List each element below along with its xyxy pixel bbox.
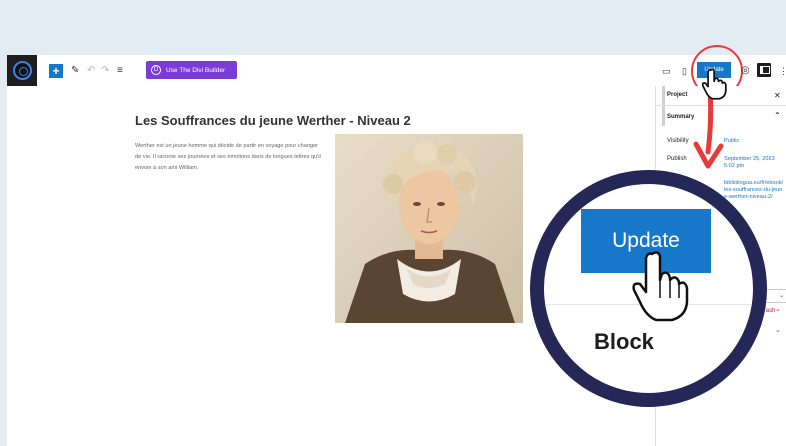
zoom-block-tab: Block	[594, 329, 654, 354]
pointer-hand-icon	[702, 68, 727, 100]
post-excerpt[interactable]: Werther est un jeune homme qui décide de…	[135, 141, 325, 174]
jetpack-icon[interactable]: ◎	[741, 64, 750, 78]
undo-icon[interactable]: ↶	[87, 64, 95, 78]
pencil-icon[interactable]: ✎	[71, 64, 79, 78]
desktop-preview-icon[interactable]: ▭	[662, 64, 671, 78]
divi-icon: D	[151, 65, 161, 75]
publish-date-value[interactable]: September 25, 2023 5:02 pm	[724, 156, 784, 170]
visibility-value[interactable]: Public	[724, 138, 784, 145]
more-options-icon[interactable]: ⋮	[779, 64, 786, 78]
post-url-value[interactable]: bibliolingua.eu/fr/ebook/les-souffrances…	[724, 180, 784, 201]
chevron-up-icon[interactable]: ⌃	[774, 111, 781, 120]
red-arrow-icon	[693, 90, 724, 169]
chevron-down-icon[interactable]: ⌄	[775, 305, 781, 313]
list-view-icon[interactable]: ≡	[117, 64, 123, 78]
settings-toggle-icon[interactable]	[757, 63, 771, 77]
close-icon[interactable]: ✕	[774, 91, 781, 100]
add-block-button[interactable]: +	[49, 64, 63, 78]
view-post-icon[interactable]: ▯	[682, 64, 687, 78]
use-divi-builder-button[interactable]: D Use The Divi Builder	[146, 61, 237, 79]
wordpress-logo-icon[interactable]	[7, 55, 37, 86]
visibility-label: Visibility	[667, 138, 689, 144]
divi-button-label: Use The Divi Builder	[166, 66, 226, 74]
publish-label: Publish	[667, 156, 687, 162]
post-title[interactable]: Les Souffrances du jeune Werther - Nivea…	[135, 113, 411, 128]
post-featured-image[interactable]	[335, 134, 523, 323]
tab-project[interactable]: Project	[667, 92, 687, 98]
editor-toolbar: + ✎ ↶ ↷ ≡ D Use The Divi Builder ▭ ▯ Upd…	[7, 45, 786, 97]
pointer-hand-icon	[632, 251, 689, 322]
portrait-illustration	[335, 134, 523, 323]
redo-icon[interactable]: ↷	[101, 64, 109, 78]
chevron-down-icon[interactable]: ⌄	[775, 326, 781, 334]
